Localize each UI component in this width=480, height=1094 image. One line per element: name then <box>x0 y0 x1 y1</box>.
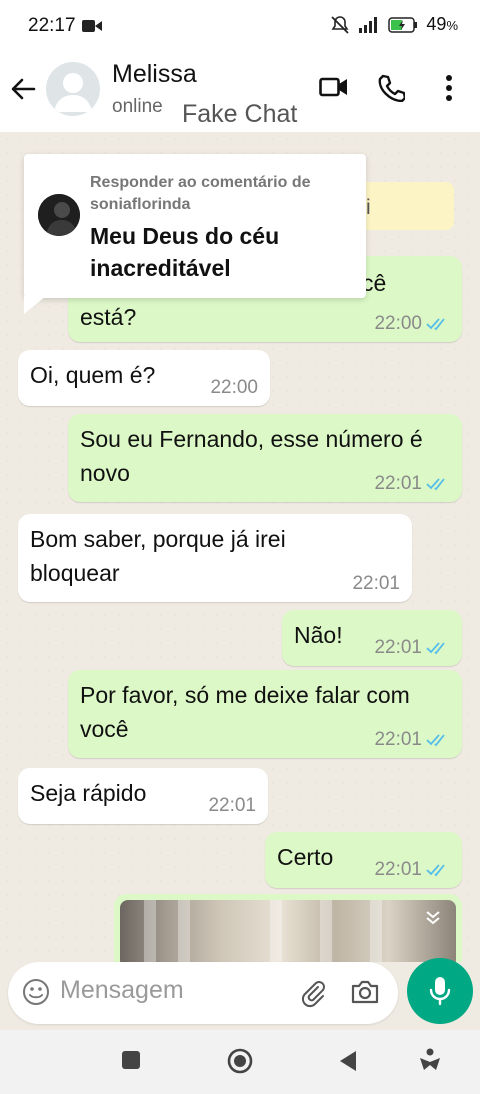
battery-percent: 49% <box>426 14 458 34</box>
nav-square-icon[interactable] <box>121 1050 141 1070</box>
message-text: está? <box>80 304 137 330</box>
mic-button[interactable] <box>407 958 473 1024</box>
chat-area[interactable]: i cê está? 22:00 Responder ao comentário… <box>0 132 480 962</box>
message-meta: 22:01 <box>374 474 450 494</box>
reply-comment-text: Meu Deus do céu inacreditável <box>90 223 280 281</box>
message-meta: 22:00 <box>374 314 450 334</box>
message-time: 22:00 <box>374 313 422 334</box>
status-time: 22:17 <box>28 15 76 36</box>
message-text: Seja rápido <box>30 780 147 806</box>
battery-icon <box>388 16 418 33</box>
reply-card-tail <box>24 296 46 314</box>
message-text: Não! <box>294 622 343 648</box>
contact-name[interactable]: Melissa <box>112 60 197 89</box>
mute-bell-icon <box>331 15 350 34</box>
message-time: 22:01 <box>374 473 422 494</box>
status-right: 49% <box>330 14 458 35</box>
attach-icon[interactable] <box>298 978 328 1008</box>
message-input-bar[interactable]: Mensagem <box>8 962 398 1024</box>
message-meta: 22:00 <box>210 378 258 398</box>
message-bubble-out[interactable]: Certo 22:01 <box>265 832 462 888</box>
message-bubble-in[interactable]: Seja rápido 22:01 <box>18 768 268 824</box>
reply-label: Responder ao comentário de soniaflorinda <box>90 174 311 213</box>
commenter-avatar <box>38 194 80 236</box>
contact-status: online <box>112 96 163 117</box>
message-meta: 22:01 <box>374 638 450 658</box>
back-arrow-icon[interactable] <box>10 76 36 102</box>
image-thumbnail[interactable] <box>120 900 456 962</box>
read-ticks-icon <box>426 734 445 747</box>
chevron-down-icon[interactable] <box>424 908 442 926</box>
message-meta: 22:01 <box>374 860 450 880</box>
contact-avatar[interactable] <box>46 62 100 116</box>
chat-header: Melissa online Fake Chat <box>0 54 480 132</box>
message-time: 22:01 <box>352 573 400 594</box>
more-vert-icon[interactable] <box>443 74 455 102</box>
message-time: 22:01 <box>208 795 256 816</box>
message-meta: 22:01 <box>208 796 256 816</box>
system-nav-bar <box>0 1030 480 1094</box>
message-bubble-out[interactable]: Por favor, só me deixe falar com você 22… <box>68 670 462 758</box>
message-text: Certo <box>277 844 334 870</box>
message-text: Por favor, só me deixe falar com você <box>80 682 410 742</box>
reply-comment-card[interactable]: Responder ao comentário de soniaflorinda… <box>24 154 366 298</box>
message-input[interactable]: Mensagem <box>60 976 184 1005</box>
signal-icon <box>359 16 378 33</box>
message-bubble-in[interactable]: Oi, quem é? 22:00 <box>18 350 270 406</box>
message-bubble-out[interactable]: Não! 22:01 <box>282 610 462 666</box>
read-ticks-icon <box>426 478 445 491</box>
image-message-bubble[interactable] <box>114 894 462 962</box>
message-time: 22:01 <box>374 637 422 658</box>
watermark-text: Fake Chat <box>182 100 298 128</box>
mic-icon <box>429 977 451 1006</box>
screen-record-icon <box>82 20 102 32</box>
system-notice-partial: i <box>366 196 371 219</box>
read-ticks-icon <box>426 642 445 655</box>
camera-icon[interactable] <box>350 978 380 1006</box>
message-text: Bom saber, porque já irei bloquear <box>30 526 286 586</box>
message-bubble-in[interactable]: Bom saber, porque já irei bloquear 22:01 <box>18 514 412 602</box>
read-ticks-icon <box>426 318 445 331</box>
nav-accessibility-icon[interactable] <box>418 1048 442 1074</box>
message-time: 22:01 <box>374 729 422 750</box>
nav-back-icon[interactable] <box>338 1050 358 1072</box>
read-ticks-icon <box>426 864 445 877</box>
message-bubble-out[interactable]: Sou eu Fernando, esse número é novo 22:0… <box>68 414 462 502</box>
message-time: 22:00 <box>210 377 258 398</box>
message-meta: 22:01 <box>374 730 450 750</box>
emoji-icon[interactable] <box>22 978 50 1006</box>
phone-icon[interactable] <box>377 74 405 102</box>
status-bar: 22:17 49% <box>0 0 480 54</box>
message-time: 22:01 <box>374 859 422 880</box>
nav-circle-icon[interactable] <box>227 1048 253 1074</box>
message-meta: 22:01 <box>352 574 400 594</box>
video-call-icon[interactable] <box>319 74 349 100</box>
message-text: Oi, quem é? <box>30 362 156 388</box>
